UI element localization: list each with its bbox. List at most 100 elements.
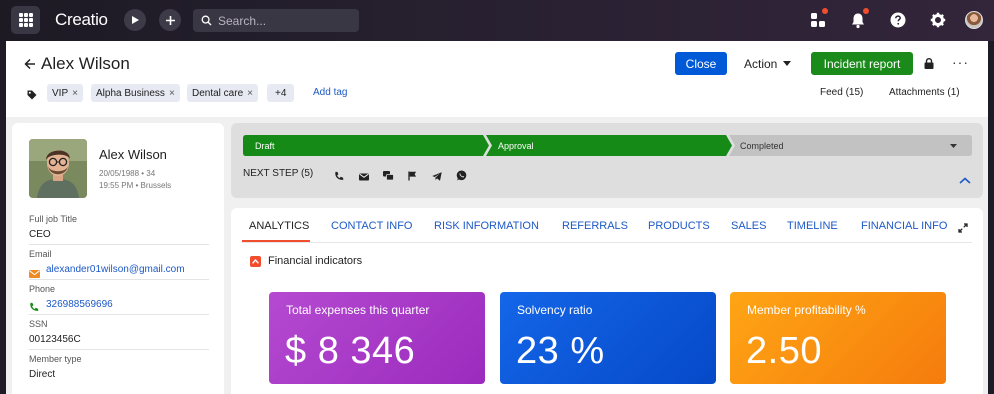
financial-indicators-title: Financial indicators [268,255,363,267]
tab-products[interactable]: PRODUCTS [648,220,710,232]
divider [29,349,209,350]
plus-icon [165,15,175,25]
stage-panel: Draft Approval Completed NEXT STEP (5) [231,123,983,198]
tab-sales[interactable]: SALES [731,220,766,232]
search-icon [201,15,212,26]
collapse-section-button[interactable] [250,256,261,267]
whatsapp-icon[interactable] [456,168,467,186]
telegram-icon[interactable] [432,168,442,186]
feed-link[interactable]: Feed (15) [820,87,863,98]
chevron-down-icon [783,61,792,66]
tab-financial-info[interactable]: FINANCIAL INFO [861,220,947,232]
phone-icon[interactable] [334,168,344,186]
email-label: Email [29,249,52,259]
tabs-panel: ANALYTICS CONTACT INFO RISK INFORMATION … [231,208,983,394]
run-process-button[interactable] [124,9,146,31]
chat-icon[interactable] [383,168,394,186]
notification-dot [863,8,869,14]
search-input[interactable] [218,13,348,28]
email-link[interactable]: alexander01wilson@gmail.com [46,264,185,275]
more-options-icon[interactable]: ··· [952,54,969,70]
notifications-button[interactable] [848,8,869,30]
tab-contact-info[interactable]: CONTACT INFO [331,220,412,232]
creatio-logo: Creatio [55,10,108,29]
user-avatar[interactable] [965,11,983,29]
help-icon [890,12,906,28]
flag-icon[interactable] [408,168,417,186]
close-button[interactable]: Close [675,52,727,75]
tag-chip[interactable]: Alpha Business × [91,84,180,102]
settings-button[interactable] [928,10,948,30]
metric-card-profitability[interactable]: Member profitability % 2.50 [730,292,946,384]
bell-icon [852,13,864,28]
back-arrow-icon[interactable] [24,57,36,75]
stage-completed-label: Completed [740,140,784,151]
ssn-label: SSN [29,319,48,329]
create-button[interactable] [159,9,181,31]
metric-card-solvency[interactable]: Solvency ratio 23 % [500,292,716,384]
top-bar: Creatio [0,0,994,41]
gear-icon [930,12,946,28]
member-type-value[interactable]: Direct [29,369,55,380]
tag-chip[interactable]: VIP × [47,84,83,102]
divider [29,279,209,280]
tag-label: VIP [52,87,69,99]
record-header: Alex Wilson Close Action Incident report… [6,41,988,117]
tab-timeline[interactable]: TIMELINE [787,220,838,232]
record-page: Alex Wilson Close Action Incident report… [6,41,988,394]
job-title-label: Full job Title [29,214,78,224]
metric-value: 2.50 [746,330,822,372]
ssn-value[interactable]: 00123456C [29,334,81,345]
expand-icon[interactable] [958,220,968,238]
next-step-label[interactable]: NEXT STEP (5) [243,168,313,179]
grid-icon [18,13,33,27]
local-time: 19:55 PM • Brussels [99,181,172,190]
apps-menu-button[interactable] [808,8,828,30]
play-icon [132,16,139,24]
chevron-up-icon[interactable] [959,171,971,189]
metric-value: 23 % [516,330,605,372]
chevron-down-icon[interactable] [950,144,957,148]
tab-risk-information[interactable]: RISK INFORMATION [434,220,539,232]
more-tags-chip[interactable]: +4 [267,84,295,102]
remove-tag-icon[interactable]: × [72,88,78,99]
phone-label: Phone [29,284,56,294]
email-icon[interactable] [359,168,369,186]
contact-name: Alex Wilson [99,147,167,162]
tag-label: Dental care [192,87,244,99]
tab-analytics[interactable]: ANALYTICS [249,220,309,232]
tab-referrals[interactable]: REFERRALS [562,220,628,232]
global-search[interactable] [193,9,359,32]
job-title-value[interactable]: CEO [29,229,51,240]
help-button[interactable] [888,10,908,30]
lock-icon[interactable] [924,56,934,74]
app-launcher-button[interactable] [11,6,40,34]
email-icon [29,265,40,283]
stage-approval-label: Approval [498,140,534,151]
remove-tag-icon[interactable]: × [169,88,175,99]
apps-icon [811,13,825,27]
contact-photo [29,139,87,198]
page-title: Alex Wilson [41,54,130,73]
add-tag-link[interactable]: Add tag [313,87,347,98]
attachments-link[interactable]: Attachments (1) [889,87,960,98]
action-dropdown[interactable]: Action [744,52,792,75]
divider [29,244,209,245]
birth-date: 20/05/1988 • 34 [99,169,156,178]
action-label: Action [744,56,778,71]
remove-tag-icon[interactable]: × [247,88,253,99]
stage-draft-segment[interactable] [243,135,489,156]
contact-profile-panel: Alex Wilson 20/05/1988 • 34 19:55 PM • B… [12,123,224,394]
tag-label: Alpha Business [96,87,165,99]
notification-dot [822,8,828,14]
metric-title: Solvency ratio [517,303,593,317]
tag-chip[interactable]: Dental care × [187,84,258,102]
tag-icon [27,87,37,105]
metric-title: Total expenses this quarter [286,303,430,317]
stage-draft-label: Draft [255,140,275,151]
metric-value: $ 8 346 [285,330,416,372]
incident-report-button[interactable]: Incident report [811,52,913,75]
stage-bar [243,135,972,156]
metric-card-expenses[interactable]: Total expenses this quarter $ 8 346 [269,292,485,384]
phone-link[interactable]: 326988569696 [46,299,113,310]
